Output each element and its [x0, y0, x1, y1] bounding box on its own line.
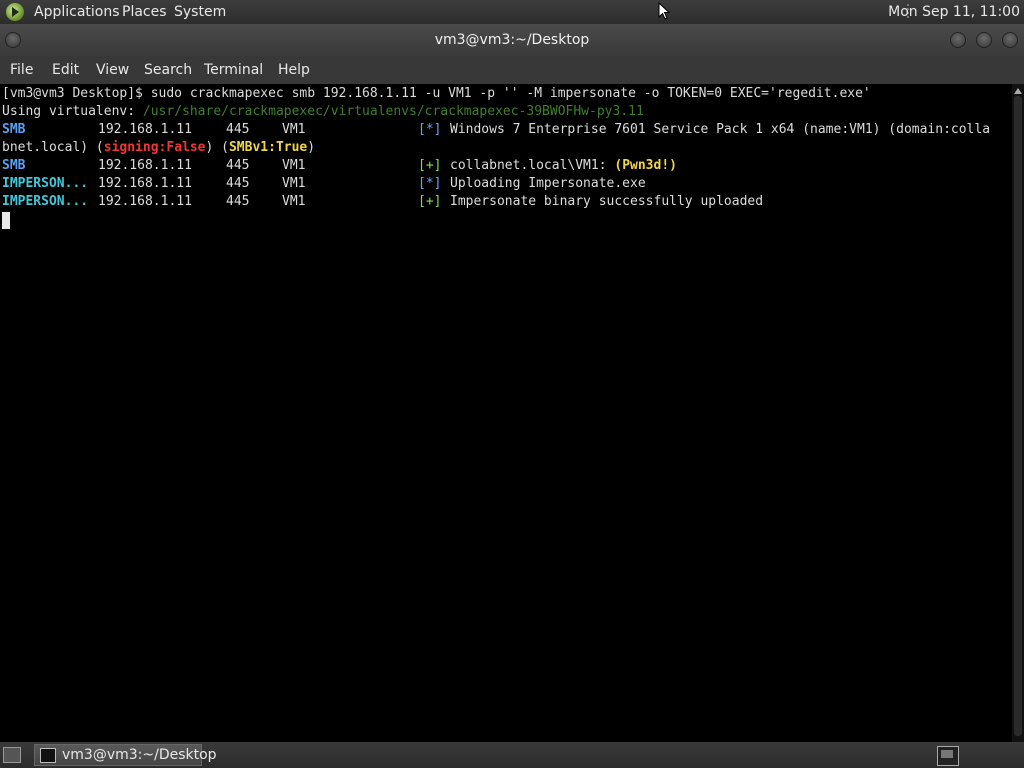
window-title: vm3@vm3:~/Desktop [434, 32, 590, 48]
message-continuation: bnet.local) ( [2, 140, 104, 155]
protocol-label: SMB [2, 158, 26, 173]
taskbar-window-button[interactable]: vm3@vm3:~/Desktop [34, 744, 217, 766]
scroll-up-arrow-icon[interactable] [1014, 88, 1022, 94]
command-line: [vm3@vm3 Desktop]$ sudo crackmapexec smb… [2, 86, 871, 101]
message-text: collabnet.local\VM1: [450, 158, 615, 173]
output-row-continued: bnet.local) (signing:False) (SMBv1:True) [2, 139, 315, 157]
close-button[interactable] [1002, 32, 1018, 48]
terminal-scrollbar[interactable] [1012, 84, 1024, 742]
menu-terminal[interactable]: Terminal [204, 62, 263, 78]
text-cursor [2, 212, 10, 229]
taskbar-window-label: vm3@vm3:~/Desktop [62, 747, 217, 763]
ip-address: 192.168.1.11 [98, 194, 192, 209]
output-row: IMPERSON... 192.168.1.11 445 VM1 [*] Upl… [2, 175, 1010, 193]
info-marker: [*] [418, 176, 442, 191]
system-menu[interactable]: System [174, 3, 226, 21]
terminal-icon [40, 748, 56, 763]
protocol-label: SMB [2, 122, 26, 137]
virtualenv-label: Using virtualenv: [2, 104, 143, 119]
virtualenv-path: /usr/share/crackmapexec/virtualenvs/crac… [142, 104, 644, 119]
success-marker: [+] [418, 158, 442, 173]
message-close-paren: ) [307, 140, 316, 155]
message: Impersonate binary successfully uploaded [450, 194, 764, 209]
menu-edit[interactable]: Edit [52, 62, 79, 78]
virtualenv-line: Using virtualenv: /usr/share/crackmapexe… [2, 103, 644, 121]
port: 445 [226, 158, 250, 173]
success-marker: [+] [418, 194, 442, 209]
message: Windows 7 Enterprise 7601 Service Pack 1… [450, 122, 991, 137]
output-row: SMB 192.168.1.11 445 VM1 [+] collabnet.l… [2, 157, 1010, 175]
menu-file[interactable]: File [10, 62, 33, 78]
workspace-switcher-icon[interactable] [937, 746, 959, 766]
menubar: File Edit View Search Terminal Help [0, 56, 1024, 84]
host-name: VM1 [282, 176, 306, 191]
ip-address: 192.168.1.11 [98, 176, 192, 191]
top-panel: Applications Places System Mon Sep 11, 1… [0, 0, 1024, 24]
window-titlebar[interactable]: vm3@vm3:~/Desktop [0, 24, 1024, 56]
message-separator: ) ( [205, 140, 229, 155]
message: collabnet.local\VM1: (Pwn3d!) [450, 157, 677, 175]
info-marker: [*] [418, 122, 442, 137]
menu-search[interactable]: Search [144, 62, 192, 78]
scrollbar-thumb[interactable] [1014, 96, 1022, 736]
port: 445 [226, 194, 250, 209]
mouse-pointer-icon [658, 2, 670, 20]
port: 445 [226, 176, 250, 191]
port: 445 [226, 122, 250, 137]
clock[interactable]: Mon Sep 11, 11:00 [888, 3, 1020, 21]
signing-status: signing:False [103, 140, 206, 155]
host-name: VM1 [282, 122, 306, 137]
smbv1-status: SMBv1:True [228, 140, 308, 155]
ip-address: 192.168.1.11 [98, 158, 192, 173]
places-menu[interactable]: Places [122, 3, 167, 21]
bottom-panel: vm3@vm3:~/Desktop [0, 742, 1024, 768]
menu-view[interactable]: View [96, 62, 129, 78]
output-row: IMPERSON... 192.168.1.11 445 VM1 [+] Imp… [2, 193, 1010, 211]
applications-menu[interactable]: Applications [34, 3, 120, 21]
module-label: IMPERSON... [2, 194, 89, 209]
ip-address: 192.168.1.11 [98, 122, 192, 137]
host-name: VM1 [282, 158, 306, 173]
module-label: IMPERSON... [2, 176, 89, 191]
terminal-output[interactable]: [vm3@vm3 Desktop]$ sudo crackmapexec smb… [0, 84, 1012, 742]
show-desktop-icon[interactable] [3, 747, 21, 763]
pwned-badge: (Pwn3d!) [614, 158, 677, 173]
host-name: VM1 [282, 194, 306, 209]
message: Uploading Impersonate.exe [450, 176, 646, 191]
minimize-button[interactable] [950, 32, 966, 48]
output-row: SMB 192.168.1.11 445 VM1 [*] Windows 7 E… [2, 121, 1010, 139]
applications-logo-icon[interactable] [6, 3, 24, 21]
maximize-button[interactable] [976, 32, 992, 48]
menu-help[interactable]: Help [278, 62, 310, 78]
